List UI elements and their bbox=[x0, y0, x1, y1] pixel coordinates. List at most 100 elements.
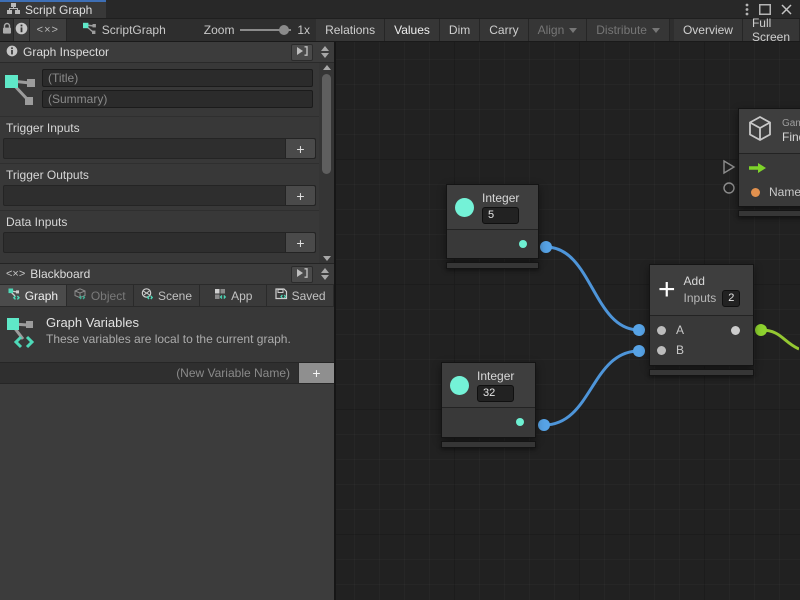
tab-scene[interactable]: Scene bbox=[134, 285, 201, 306]
app-tab-icon bbox=[214, 288, 227, 303]
tab-graph[interactable]: Graph bbox=[0, 285, 67, 306]
script-graph-window: Script Graph bbox=[0, 0, 800, 600]
scene-tab-icon bbox=[141, 288, 154, 303]
node-integer-32[interactable]: Integer 32 bbox=[441, 362, 536, 448]
port-b-label: B bbox=[676, 343, 684, 357]
cube-icon bbox=[747, 115, 773, 148]
data-port-outline-icon[interactable] bbox=[724, 183, 734, 193]
collapse-icon bbox=[296, 45, 308, 59]
node-footer bbox=[649, 369, 754, 376]
integer-value-field[interactable]: 5 bbox=[482, 207, 519, 224]
input-port-a[interactable] bbox=[657, 326, 666, 335]
graph-variables-title: Graph Variables bbox=[46, 315, 291, 330]
scroll-down-icon[interactable] bbox=[321, 53, 329, 58]
integer-literal-icon bbox=[455, 198, 474, 217]
wire-endpoint[interactable] bbox=[540, 241, 552, 253]
add-trigger-output-button[interactable]: + bbox=[285, 186, 315, 205]
node-add[interactable]: + Add Inputs 2 A B bbox=[649, 264, 754, 376]
tab-saved[interactable]: Saved bbox=[267, 285, 334, 306]
node-gameobject-find[interactable]: GameObject Find Name bbox=[738, 108, 800, 217]
flow-in-port-arrow-icon[interactable] bbox=[749, 161, 766, 179]
graph-title-input[interactable] bbox=[42, 69, 313, 87]
node-title: Add bbox=[684, 274, 741, 288]
collapse-panel-button[interactable] bbox=[291, 266, 313, 283]
lock-button[interactable] bbox=[0, 19, 14, 41]
graph-reference[interactable]: ScriptGraph bbox=[77, 19, 172, 41]
node-title: Find bbox=[782, 130, 800, 144]
code-icon: <×> bbox=[37, 24, 59, 36]
values-button[interactable]: Values bbox=[385, 19, 440, 41]
blackboard-title: Blackboard bbox=[30, 267, 286, 281]
scroll-up-icon[interactable] bbox=[323, 65, 331, 70]
add-trigger-input-button[interactable]: + bbox=[285, 139, 315, 158]
wire-add-output[interactable] bbox=[761, 330, 799, 349]
fullscreen-button[interactable]: Full Screen bbox=[743, 19, 800, 41]
wire-int5-to-add-a[interactable] bbox=[546, 247, 639, 330]
data-inputs-label: Data Inputs bbox=[0, 210, 319, 231]
graph-icon bbox=[83, 22, 97, 38]
scroll-down-icon[interactable] bbox=[321, 275, 329, 280]
output-port[interactable] bbox=[519, 240, 527, 248]
inputs-label: Inputs bbox=[684, 291, 717, 305]
integer-value-field[interactable]: 32 bbox=[477, 385, 514, 402]
name-input-port[interactable] bbox=[751, 188, 760, 197]
graph-node-icon bbox=[4, 69, 38, 112]
graph-inspector-title: Graph Inspector bbox=[23, 45, 286, 59]
inspector-scrollbar[interactable] bbox=[319, 63, 334, 263]
trigger-inputs-list: + bbox=[3, 138, 316, 159]
graph-canvas[interactable]: Integer 5 Integer bbox=[336, 42, 800, 600]
variables-empty-area bbox=[0, 384, 334, 600]
overview-button[interactable]: Overview bbox=[674, 19, 743, 41]
node-integer-5[interactable]: Integer 5 bbox=[446, 184, 539, 269]
header-scroll-arrows[interactable] bbox=[318, 46, 332, 58]
wire-int32-to-add-b[interactable] bbox=[544, 351, 639, 425]
graph-summary-input[interactable] bbox=[42, 90, 313, 108]
scroll-down-icon[interactable] bbox=[323, 256, 331, 261]
saved-tab-icon bbox=[275, 288, 288, 303]
wire-endpoint[interactable] bbox=[538, 419, 550, 431]
header-scroll-arrows[interactable] bbox=[318, 268, 332, 280]
chevron-down-icon bbox=[652, 28, 660, 33]
carry-button[interactable]: Carry bbox=[480, 19, 528, 41]
kebab-menu-icon[interactable] bbox=[745, 3, 749, 16]
inspect-button[interactable] bbox=[14, 19, 29, 41]
new-variable-input[interactable] bbox=[0, 363, 298, 383]
scrollbar-thumb[interactable] bbox=[322, 74, 331, 174]
zoom-label: Zoom bbox=[198, 19, 241, 41]
collapse-panel-button[interactable] bbox=[291, 44, 313, 61]
tabbar-spacer bbox=[106, 0, 745, 18]
close-icon[interactable] bbox=[781, 4, 792, 15]
dim-button[interactable]: Dim bbox=[440, 19, 480, 41]
graph-variables-icon bbox=[6, 315, 38, 354]
maximize-icon[interactable] bbox=[759, 4, 771, 15]
wire-endpoint[interactable] bbox=[633, 345, 645, 357]
scroll-up-icon[interactable] bbox=[321, 46, 329, 51]
relations-button[interactable]: Relations bbox=[316, 19, 385, 41]
node-title: Integer bbox=[477, 369, 514, 383]
collapse-icon bbox=[296, 267, 308, 281]
wire-endpoint[interactable] bbox=[633, 324, 645, 336]
add-variable-button[interactable]: + bbox=[298, 363, 334, 383]
zoom-slider[interactable] bbox=[240, 19, 291, 41]
inputs-count-field[interactable]: 2 bbox=[722, 290, 740, 307]
wire-endpoint[interactable] bbox=[755, 324, 767, 336]
tab-app[interactable]: App bbox=[200, 285, 267, 306]
node-footer bbox=[446, 262, 539, 269]
trigger-inputs-label: Trigger Inputs bbox=[0, 116, 319, 137]
trigger-port-outline-icon[interactable] bbox=[724, 161, 734, 173]
port-a-label: A bbox=[676, 323, 684, 337]
add-data-input-button[interactable]: + bbox=[285, 233, 315, 252]
zoom-slider-handle[interactable] bbox=[279, 25, 289, 35]
graph-toolbar: <×> ScriptGraph Zoom 1x Relations bbox=[0, 19, 800, 42]
integer-literal-icon bbox=[450, 376, 469, 395]
object-tab-icon bbox=[74, 288, 87, 303]
tab-object[interactable]: Object bbox=[67, 285, 134, 306]
input-port-b[interactable] bbox=[657, 346, 666, 355]
output-port[interactable] bbox=[731, 326, 740, 335]
chevron-down-icon bbox=[569, 28, 577, 33]
code-view-button[interactable]: <×> bbox=[30, 19, 67, 41]
graph-variables-description: These variables are local to the current… bbox=[46, 332, 291, 346]
scroll-up-icon[interactable] bbox=[321, 268, 329, 273]
tab-script-graph[interactable]: Script Graph bbox=[0, 0, 106, 18]
output-port[interactable] bbox=[516, 418, 524, 426]
